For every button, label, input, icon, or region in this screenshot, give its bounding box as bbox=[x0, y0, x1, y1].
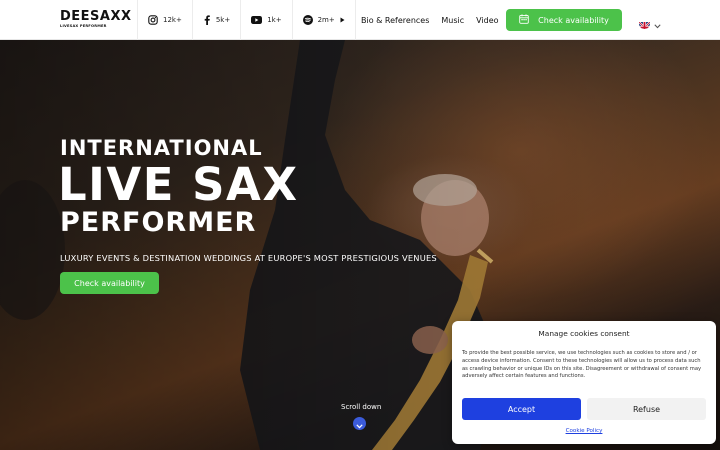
language-selector[interactable] bbox=[639, 14, 661, 33]
social-instagram[interactable]: 12k+ bbox=[137, 0, 192, 40]
facebook-icon bbox=[203, 15, 211, 25]
cookie-text: To provide the best possible service, we… bbox=[462, 350, 702, 380]
social-facebook[interactable]: 5k+ bbox=[191, 0, 240, 40]
hero-subtitle: LUXURY EVENTS & DESTINATION WEDDINGS AT … bbox=[60, 253, 437, 263]
play-arrow-icon bbox=[340, 17, 345, 23]
social-spotify[interactable]: 2m+ bbox=[291, 0, 356, 40]
spotify-icon bbox=[302, 15, 313, 25]
chevron-down-icon bbox=[654, 14, 661, 33]
social-youtube[interactable]: 1k+ bbox=[240, 0, 291, 40]
hero-title-line-3: PERFORMER bbox=[60, 207, 257, 238]
instagram-icon bbox=[148, 15, 158, 25]
chevron-down-icon bbox=[356, 414, 363, 433]
youtube-icon bbox=[251, 16, 263, 24]
uk-flag-icon bbox=[639, 18, 650, 29]
logo[interactable]: DEESAXX LIVESAX PERFORMER bbox=[0, 0, 132, 40]
scroll-down-label[interactable]: Scroll down bbox=[341, 403, 381, 411]
cookie-policy-link[interactable]: Cookie Policy bbox=[452, 428, 716, 434]
logo-main-text: DEESAXX bbox=[60, 9, 132, 24]
nav-music[interactable]: Music bbox=[441, 16, 464, 25]
main-nav: Bio & References Music Video bbox=[361, 0, 499, 40]
hero-title-line-2: LIVE SAX bbox=[58, 158, 299, 211]
check-availability-header-label: Check availability bbox=[538, 15, 609, 25]
nav-video[interactable]: Video bbox=[476, 16, 498, 25]
hero-title-line-1: INTERNATIONAL bbox=[60, 136, 263, 160]
calendar-icon bbox=[519, 14, 529, 26]
check-availability-hero-button[interactable]: Check availability bbox=[60, 272, 159, 294]
instagram-count: 12k+ bbox=[163, 16, 182, 24]
accept-cookies-button[interactable]: Accept bbox=[462, 398, 581, 420]
social-links: 12k+ 5k+ 1k+ 2m+ bbox=[137, 0, 356, 40]
check-availability-header-button[interactable]: Check availability bbox=[506, 9, 622, 31]
youtube-count: 1k+ bbox=[267, 16, 282, 24]
cookie-consent-dialog: Manage cookies consent To provide the be… bbox=[452, 321, 716, 444]
logo-sub-text: LIVESAX PERFORMER bbox=[60, 24, 107, 28]
refuse-cookies-button[interactable]: Refuse bbox=[587, 398, 706, 420]
cookie-title: Manage cookies consent bbox=[538, 329, 630, 338]
nav-bio-references[interactable]: Bio & References bbox=[361, 16, 429, 25]
spotify-count: 2m+ bbox=[317, 16, 335, 24]
facebook-count: 5k+ bbox=[215, 16, 231, 24]
scroll-down-button[interactable] bbox=[353, 417, 366, 430]
site-header: DEESAXX LIVESAX PERFORMER 12k+ 5k+ 1k+ 2… bbox=[0, 0, 720, 40]
